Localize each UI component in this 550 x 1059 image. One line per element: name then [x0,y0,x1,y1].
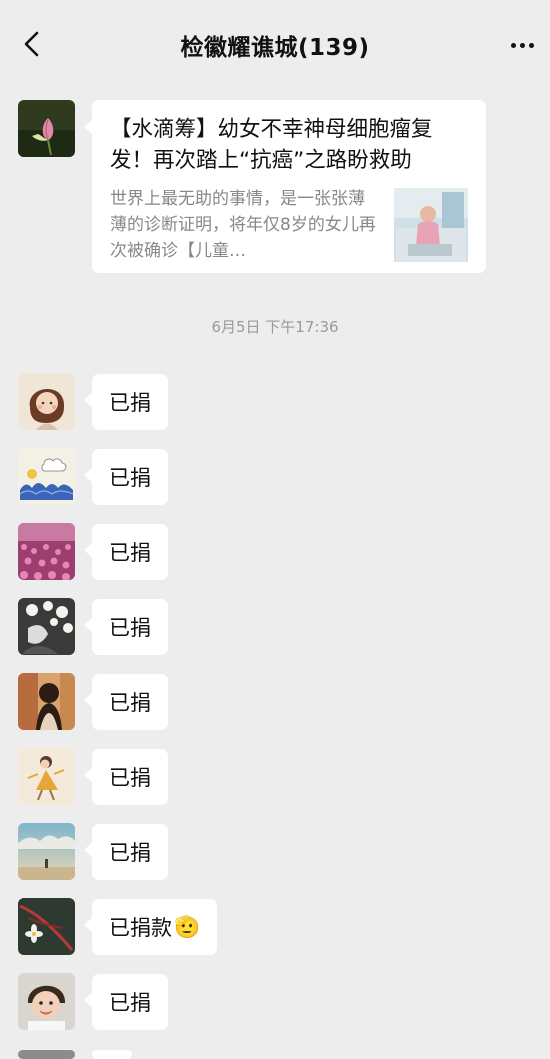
avatar-sender-5[interactable] [18,598,75,655]
message-bubble[interactable]: 已捐 [84,824,168,880]
avatar-sender-9[interactable] [18,898,75,955]
clouds-waves-avatar-image [18,448,75,505]
child-photo-avatar-image [18,973,75,1030]
message-bubble[interactable]: 已捐 [84,524,168,580]
message-text: 已捐 [109,841,151,865]
message-bubble[interactable]: 已捐 [84,749,168,805]
avatar-sender-3[interactable] [18,448,75,505]
message-bubble[interactable]: 已捐 [84,374,168,430]
more-button[interactable] [504,30,540,60]
message-text: 已捐 [109,991,151,1015]
shared-link-card[interactable]: 【水滴筹】幼女不幸神母细胞瘤复发！再次踏上“抗癌”之路盼救助 世界上最无助的事情… [84,100,486,273]
avatar-sender-7[interactable] [18,748,75,805]
avatar-sender-2[interactable] [18,373,75,430]
message-bubble[interactable]: 已捐 [84,449,168,505]
link-card-title: 【水滴筹】幼女不幸神母细胞瘤复发！再次踏上“抗癌”之路盼救助 [110,117,433,173]
message-text: 已捐款 [109,916,172,940]
message-bubble[interactable]: 已捐 [84,974,168,1030]
lotus-avatar-image [18,100,75,157]
message-timestamp: 6月5日 下午17:36 [211,318,339,336]
message-bubble[interactable]: 已捐 [84,599,168,655]
message-bubble-partial[interactable] [92,1050,132,1059]
message-bubble[interactable]: 已捐款 🫡 [83,899,218,955]
more-dots-icon [510,42,516,48]
message-text: 已捐 [109,616,151,640]
chat-title: 检徽耀谯城(139) [180,35,370,61]
avatar-sender-6[interactable] [18,673,75,730]
avatar-sender-4[interactable] [18,523,75,580]
link-card-description: 世界上最无助的事情，是一张张薄薄的诊断证明，将年仅8岁的女儿再次被确诊【儿童… [110,189,376,261]
cartoon-girl-avatar-image [18,373,75,430]
chat-screen: 检徽耀谯城(139) 【水滴筹】幼女不幸神母细胞瘤复发！再次踏上“抗癌”之路盼救… [0,0,550,1059]
chat-header: 检徽耀谯城(139) [0,0,550,88]
sky-landscape-avatar-image [18,823,75,880]
white-blossom-branch-avatar-image [18,898,75,955]
avatar-sender-8[interactable] [18,823,75,880]
avatar-sender-10[interactable] [18,973,75,1030]
avatar-sender-1[interactable] [18,100,75,157]
dancing-girl-avatar-image [18,748,75,805]
flower-field-avatar-image [18,523,75,580]
white-flowers-avatar-image [18,598,75,655]
message-text: 已捐 [109,766,151,790]
message-bubble[interactable]: 已捐 [84,674,168,730]
link-card-thumbnail [394,188,468,262]
avatar-sender-11-partial[interactable] [18,1050,75,1059]
message-text: 已捐 [109,391,151,415]
salute-emoji-icon: 🫡 [174,914,201,939]
message-text: 已捐 [109,466,151,490]
woman-back-avatar-image [18,673,75,730]
message-text: 已捐 [109,691,151,715]
message-text: 已捐 [109,541,151,565]
